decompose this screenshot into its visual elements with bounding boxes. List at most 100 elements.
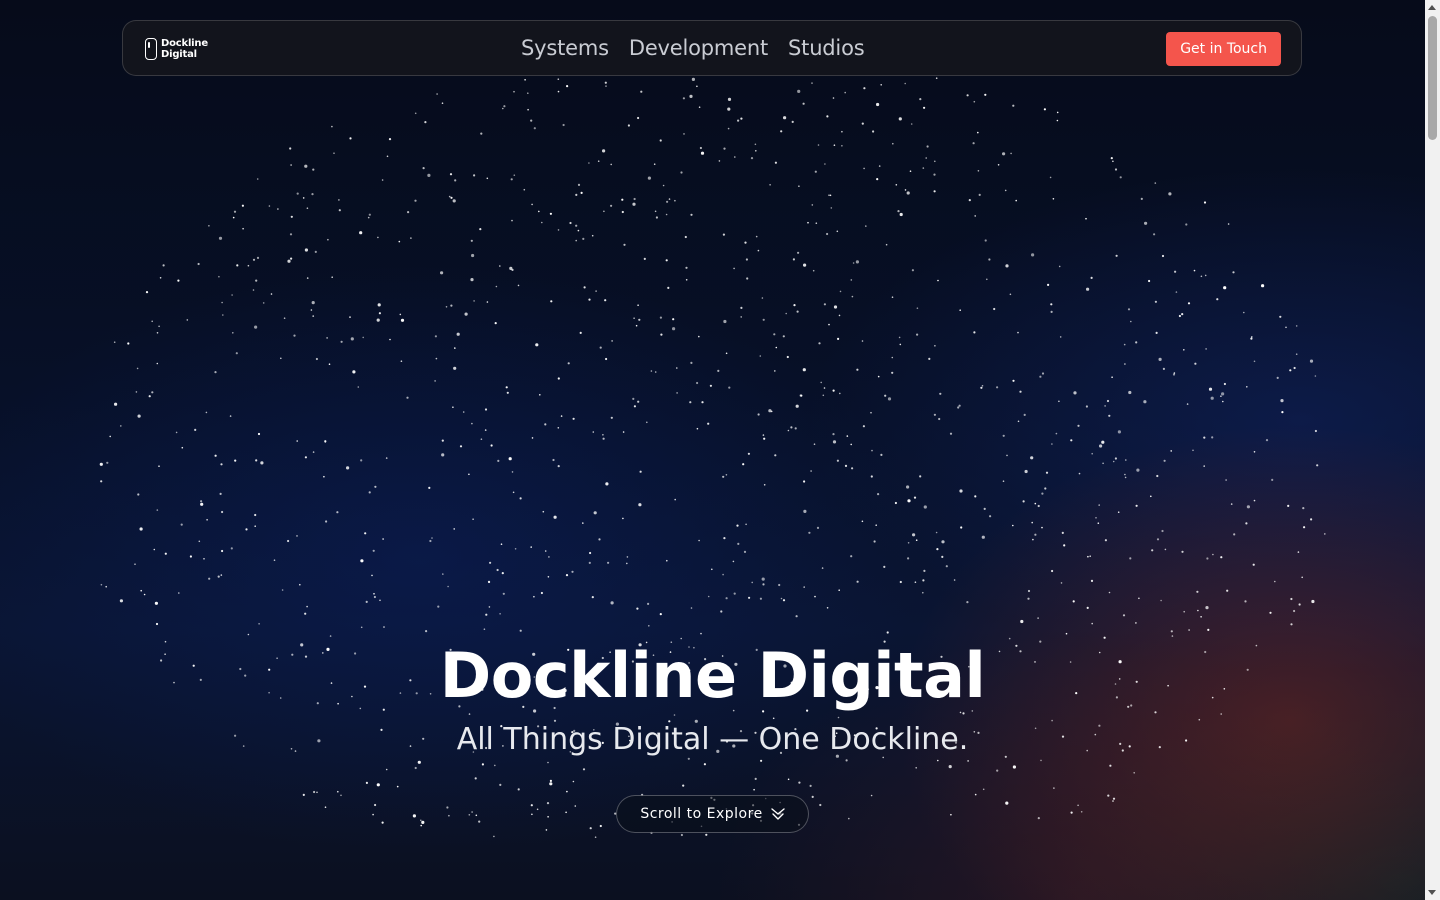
star bbox=[365, 600, 368, 604]
star bbox=[1253, 360, 1256, 363]
star bbox=[315, 357, 318, 361]
star bbox=[1127, 308, 1131, 311]
star bbox=[566, 85, 569, 88]
star bbox=[623, 243, 626, 246]
star bbox=[557, 427, 560, 429]
star bbox=[503, 105, 506, 108]
star bbox=[904, 189, 907, 191]
star bbox=[960, 526, 963, 529]
star bbox=[231, 294, 233, 296]
star bbox=[1098, 504, 1100, 506]
star bbox=[222, 314, 224, 316]
star bbox=[1280, 399, 1284, 403]
nav-link-studios[interactable]: Studios bbox=[788, 33, 865, 63]
star bbox=[877, 493, 880, 496]
scroll-down-arrow-icon[interactable] bbox=[1428, 890, 1436, 895]
star bbox=[252, 258, 256, 261]
star bbox=[872, 130, 875, 133]
star bbox=[471, 422, 473, 425]
get-in-touch-button[interactable]: Get in Touch bbox=[1166, 32, 1281, 66]
star bbox=[605, 357, 608, 361]
star bbox=[550, 300, 553, 303]
star bbox=[475, 814, 478, 817]
star bbox=[1156, 538, 1160, 541]
star bbox=[1112, 160, 1114, 163]
star bbox=[797, 251, 800, 254]
star bbox=[327, 238, 329, 241]
star bbox=[720, 610, 723, 613]
star bbox=[844, 91, 846, 94]
star bbox=[1119, 176, 1122, 179]
star bbox=[424, 121, 427, 124]
star bbox=[861, 122, 864, 125]
star bbox=[1243, 311, 1245, 314]
star bbox=[336, 511, 339, 514]
star bbox=[513, 174, 516, 176]
star bbox=[217, 575, 220, 578]
star bbox=[986, 278, 988, 281]
star bbox=[722, 573, 724, 576]
star bbox=[1061, 531, 1064, 535]
star bbox=[290, 257, 293, 260]
star bbox=[420, 824, 423, 827]
star bbox=[582, 522, 584, 524]
star bbox=[1099, 444, 1103, 448]
star bbox=[198, 540, 201, 543]
star bbox=[705, 833, 708, 836]
star bbox=[922, 167, 925, 169]
star bbox=[1005, 264, 1009, 268]
star bbox=[574, 805, 577, 807]
star bbox=[135, 391, 138, 393]
star bbox=[517, 284, 520, 287]
star bbox=[1133, 772, 1135, 774]
star bbox=[323, 475, 325, 478]
star bbox=[1104, 539, 1107, 542]
star bbox=[622, 431, 625, 433]
page-scrollbar[interactable] bbox=[1425, 0, 1440, 900]
star bbox=[1050, 310, 1053, 313]
star bbox=[197, 262, 200, 266]
star bbox=[219, 492, 222, 495]
brand-logo[interactable]: Dockline Digital bbox=[145, 36, 208, 62]
star bbox=[519, 629, 522, 632]
star bbox=[533, 127, 536, 130]
star bbox=[935, 77, 938, 79]
scrollbar-thumb[interactable] bbox=[1428, 16, 1437, 140]
star bbox=[622, 517, 624, 520]
star bbox=[1290, 623, 1293, 626]
star bbox=[802, 368, 806, 372]
star bbox=[763, 484, 766, 486]
star bbox=[293, 334, 296, 337]
star bbox=[740, 117, 743, 120]
star bbox=[1253, 499, 1256, 502]
star bbox=[389, 338, 391, 341]
star bbox=[1223, 286, 1227, 290]
star bbox=[783, 116, 787, 120]
star bbox=[154, 601, 158, 605]
nav-link-systems[interactable]: Systems bbox=[521, 33, 609, 63]
star bbox=[514, 548, 517, 550]
star bbox=[304, 612, 307, 615]
scroll-up-arrow-icon[interactable] bbox=[1428, 5, 1436, 10]
star bbox=[821, 567, 824, 569]
star bbox=[473, 300, 475, 302]
star bbox=[1211, 436, 1214, 439]
star bbox=[659, 613, 662, 616]
star bbox=[892, 142, 894, 145]
star bbox=[785, 312, 787, 315]
star bbox=[414, 112, 417, 115]
star bbox=[1106, 399, 1110, 403]
star bbox=[549, 212, 553, 215]
star bbox=[1002, 152, 1006, 156]
star bbox=[898, 117, 902, 121]
star bbox=[508, 457, 512, 461]
scroll-to-explore-button[interactable]: Scroll to Explore bbox=[616, 795, 809, 833]
star bbox=[245, 528, 248, 531]
star bbox=[718, 160, 721, 162]
star bbox=[495, 285, 498, 288]
star bbox=[536, 808, 539, 811]
star bbox=[928, 357, 931, 360]
nav-link-development[interactable]: Development bbox=[629, 33, 768, 63]
star bbox=[588, 162, 590, 164]
star bbox=[535, 343, 539, 347]
